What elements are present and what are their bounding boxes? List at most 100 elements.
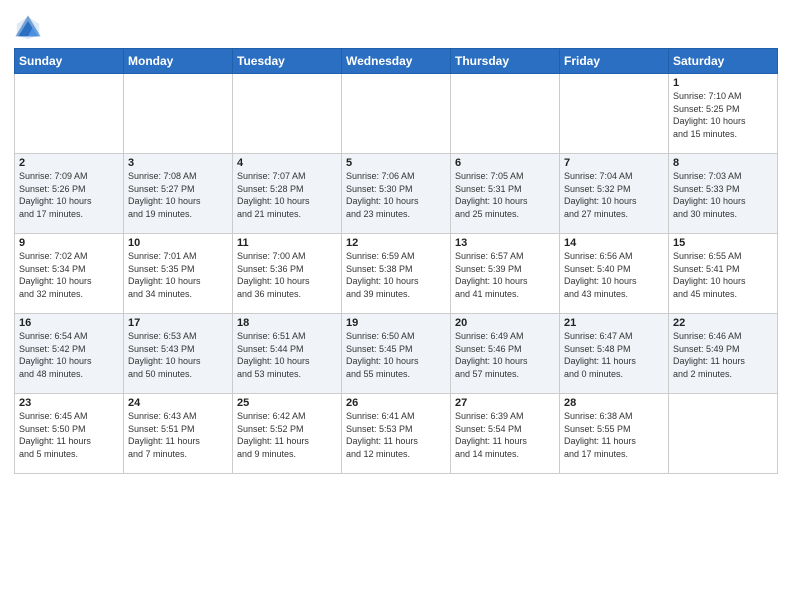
day-number: 3 xyxy=(128,157,228,169)
day-info: Sunrise: 6:57 AM Sunset: 5:39 PM Dayligh… xyxy=(455,250,555,300)
day-info: Sunrise: 6:45 AM Sunset: 5:50 PM Dayligh… xyxy=(19,410,119,460)
weekday-header-wednesday: Wednesday xyxy=(342,49,451,74)
weekday-header-tuesday: Tuesday xyxy=(233,49,342,74)
week-row-4: 16Sunrise: 6:54 AM Sunset: 5:42 PM Dayli… xyxy=(15,314,778,394)
day-number: 5 xyxy=(346,157,446,169)
day-info: Sunrise: 6:51 AM Sunset: 5:44 PM Dayligh… xyxy=(237,330,337,380)
day-info: Sunrise: 6:59 AM Sunset: 5:38 PM Dayligh… xyxy=(346,250,446,300)
weekday-header-thursday: Thursday xyxy=(451,49,560,74)
day-info: Sunrise: 7:09 AM Sunset: 5:26 PM Dayligh… xyxy=(19,170,119,220)
calendar-cell: 4Sunrise: 7:07 AM Sunset: 5:28 PM Daylig… xyxy=(233,154,342,234)
day-info: Sunrise: 6:55 AM Sunset: 5:41 PM Dayligh… xyxy=(673,250,773,300)
day-info: Sunrise: 7:03 AM Sunset: 5:33 PM Dayligh… xyxy=(673,170,773,220)
calendar-cell: 5Sunrise: 7:06 AM Sunset: 5:30 PM Daylig… xyxy=(342,154,451,234)
logo xyxy=(14,14,44,42)
calendar-cell xyxy=(451,74,560,154)
calendar-cell: 25Sunrise: 6:42 AM Sunset: 5:52 PM Dayli… xyxy=(233,394,342,474)
weekday-header-friday: Friday xyxy=(560,49,669,74)
day-number: 17 xyxy=(128,317,228,329)
day-number: 23 xyxy=(19,397,119,409)
day-info: Sunrise: 6:56 AM Sunset: 5:40 PM Dayligh… xyxy=(564,250,664,300)
header xyxy=(14,10,778,42)
weekday-header-monday: Monday xyxy=(124,49,233,74)
calendar-cell: 3Sunrise: 7:08 AM Sunset: 5:27 PM Daylig… xyxy=(124,154,233,234)
week-row-3: 9Sunrise: 7:02 AM Sunset: 5:34 PM Daylig… xyxy=(15,234,778,314)
day-info: Sunrise: 6:54 AM Sunset: 5:42 PM Dayligh… xyxy=(19,330,119,380)
day-number: 28 xyxy=(564,397,664,409)
calendar-cell xyxy=(233,74,342,154)
calendar-cell: 9Sunrise: 7:02 AM Sunset: 5:34 PM Daylig… xyxy=(15,234,124,314)
calendar-cell: 19Sunrise: 6:50 AM Sunset: 5:45 PM Dayli… xyxy=(342,314,451,394)
calendar-cell: 16Sunrise: 6:54 AM Sunset: 5:42 PM Dayli… xyxy=(15,314,124,394)
day-number: 26 xyxy=(346,397,446,409)
calendar-cell: 18Sunrise: 6:51 AM Sunset: 5:44 PM Dayli… xyxy=(233,314,342,394)
day-number: 4 xyxy=(237,157,337,169)
calendar-cell xyxy=(15,74,124,154)
calendar-cell: 26Sunrise: 6:41 AM Sunset: 5:53 PM Dayli… xyxy=(342,394,451,474)
day-number: 12 xyxy=(346,237,446,249)
calendar-cell: 20Sunrise: 6:49 AM Sunset: 5:46 PM Dayli… xyxy=(451,314,560,394)
day-info: Sunrise: 7:07 AM Sunset: 5:28 PM Dayligh… xyxy=(237,170,337,220)
calendar-cell: 21Sunrise: 6:47 AM Sunset: 5:48 PM Dayli… xyxy=(560,314,669,394)
day-number: 1 xyxy=(673,77,773,89)
day-info: Sunrise: 6:53 AM Sunset: 5:43 PM Dayligh… xyxy=(128,330,228,380)
calendar-cell xyxy=(124,74,233,154)
calendar-cell: 10Sunrise: 7:01 AM Sunset: 5:35 PM Dayli… xyxy=(124,234,233,314)
day-info: Sunrise: 7:10 AM Sunset: 5:25 PM Dayligh… xyxy=(673,90,773,140)
day-number: 11 xyxy=(237,237,337,249)
day-info: Sunrise: 6:47 AM Sunset: 5:48 PM Dayligh… xyxy=(564,330,664,380)
day-number: 20 xyxy=(455,317,555,329)
calendar-cell: 1Sunrise: 7:10 AM Sunset: 5:25 PM Daylig… xyxy=(669,74,778,154)
day-number: 18 xyxy=(237,317,337,329)
day-info: Sunrise: 6:39 AM Sunset: 5:54 PM Dayligh… xyxy=(455,410,555,460)
day-info: Sunrise: 6:46 AM Sunset: 5:49 PM Dayligh… xyxy=(673,330,773,380)
calendar-cell: 23Sunrise: 6:45 AM Sunset: 5:50 PM Dayli… xyxy=(15,394,124,474)
day-info: Sunrise: 6:43 AM Sunset: 5:51 PM Dayligh… xyxy=(128,410,228,460)
day-info: Sunrise: 7:08 AM Sunset: 5:27 PM Dayligh… xyxy=(128,170,228,220)
day-number: 24 xyxy=(128,397,228,409)
week-row-5: 23Sunrise: 6:45 AM Sunset: 5:50 PM Dayli… xyxy=(15,394,778,474)
day-info: Sunrise: 7:05 AM Sunset: 5:31 PM Dayligh… xyxy=(455,170,555,220)
calendar-cell: 27Sunrise: 6:39 AM Sunset: 5:54 PM Dayli… xyxy=(451,394,560,474)
page: SundayMondayTuesdayWednesdayThursdayFrid… xyxy=(0,0,792,612)
calendar-cell xyxy=(342,74,451,154)
day-number: 9 xyxy=(19,237,119,249)
day-number: 7 xyxy=(564,157,664,169)
day-info: Sunrise: 6:49 AM Sunset: 5:46 PM Dayligh… xyxy=(455,330,555,380)
week-row-1: 1Sunrise: 7:10 AM Sunset: 5:25 PM Daylig… xyxy=(15,74,778,154)
weekday-header-row: SundayMondayTuesdayWednesdayThursdayFrid… xyxy=(15,49,778,74)
day-number: 25 xyxy=(237,397,337,409)
day-info: Sunrise: 6:42 AM Sunset: 5:52 PM Dayligh… xyxy=(237,410,337,460)
calendar-cell: 13Sunrise: 6:57 AM Sunset: 5:39 PM Dayli… xyxy=(451,234,560,314)
day-number: 21 xyxy=(564,317,664,329)
day-number: 6 xyxy=(455,157,555,169)
day-number: 27 xyxy=(455,397,555,409)
calendar-cell: 12Sunrise: 6:59 AM Sunset: 5:38 PM Dayli… xyxy=(342,234,451,314)
day-number: 13 xyxy=(455,237,555,249)
day-info: Sunrise: 7:00 AM Sunset: 5:36 PM Dayligh… xyxy=(237,250,337,300)
weekday-header-sunday: Sunday xyxy=(15,49,124,74)
calendar-cell: 11Sunrise: 7:00 AM Sunset: 5:36 PM Dayli… xyxy=(233,234,342,314)
day-number: 10 xyxy=(128,237,228,249)
calendar-cell: 28Sunrise: 6:38 AM Sunset: 5:55 PM Dayli… xyxy=(560,394,669,474)
calendar-cell: 7Sunrise: 7:04 AM Sunset: 5:32 PM Daylig… xyxy=(560,154,669,234)
calendar-table: SundayMondayTuesdayWednesdayThursdayFrid… xyxy=(14,48,778,474)
day-number: 19 xyxy=(346,317,446,329)
calendar-cell: 17Sunrise: 6:53 AM Sunset: 5:43 PM Dayli… xyxy=(124,314,233,394)
calendar-cell xyxy=(669,394,778,474)
day-number: 14 xyxy=(564,237,664,249)
calendar-cell: 6Sunrise: 7:05 AM Sunset: 5:31 PM Daylig… xyxy=(451,154,560,234)
week-row-2: 2Sunrise: 7:09 AM Sunset: 5:26 PM Daylig… xyxy=(15,154,778,234)
day-number: 16 xyxy=(19,317,119,329)
day-info: Sunrise: 6:41 AM Sunset: 5:53 PM Dayligh… xyxy=(346,410,446,460)
day-info: Sunrise: 7:02 AM Sunset: 5:34 PM Dayligh… xyxy=(19,250,119,300)
day-number: 8 xyxy=(673,157,773,169)
weekday-header-saturday: Saturday xyxy=(669,49,778,74)
day-number: 22 xyxy=(673,317,773,329)
day-number: 15 xyxy=(673,237,773,249)
day-number: 2 xyxy=(19,157,119,169)
day-info: Sunrise: 7:06 AM Sunset: 5:30 PM Dayligh… xyxy=(346,170,446,220)
calendar-cell: 24Sunrise: 6:43 AM Sunset: 5:51 PM Dayli… xyxy=(124,394,233,474)
calendar-cell: 2Sunrise: 7:09 AM Sunset: 5:26 PM Daylig… xyxy=(15,154,124,234)
day-info: Sunrise: 6:38 AM Sunset: 5:55 PM Dayligh… xyxy=(564,410,664,460)
